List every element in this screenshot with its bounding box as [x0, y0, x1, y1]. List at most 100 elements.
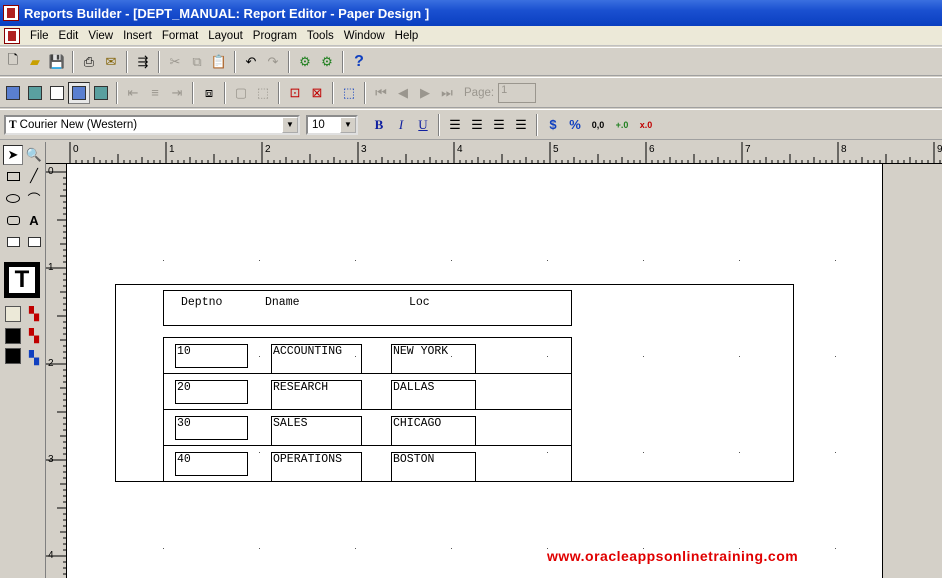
- menu-tools[interactable]: Tools: [303, 30, 340, 42]
- comma-button[interactable]: 0,0: [586, 120, 610, 130]
- add-decimal-button[interactable]: +.0: [610, 120, 634, 130]
- align-center-object-icon[interactable]: ≡: [144, 82, 166, 104]
- align-center-icon[interactable]: ☰: [466, 114, 488, 136]
- help-icon[interactable]: ?: [348, 51, 370, 73]
- group-icon[interactable]: ▢: [230, 82, 252, 104]
- cut-icon[interactable]: ✂: [164, 51, 186, 73]
- last-page-icon[interactable]: ⏭: [436, 82, 458, 104]
- reports-builder-app-icon[interactable]: [3, 5, 19, 21]
- menu-help[interactable]: Help: [391, 30, 425, 42]
- paste-icon[interactable]: 📋: [208, 51, 230, 73]
- compile-icon[interactable]: ⚙: [294, 51, 316, 73]
- fill-color-swatch[interactable]: [5, 306, 21, 322]
- toolbar-separator: [72, 50, 74, 73]
- grid-dot: [259, 260, 260, 261]
- menu-format[interactable]: Format: [158, 30, 204, 42]
- vertical-ruler-ticks: 0 1 2 3 4: [46, 166, 67, 575]
- copy-icon[interactable]: ⧉: [186, 51, 208, 73]
- chevron-down-icon[interactable]: ▼: [282, 116, 298, 133]
- align-right-icon[interactable]: ☰: [488, 114, 510, 136]
- field-tool-icon[interactable]: [3, 232, 23, 252]
- web-source-icon[interactable]: [24, 82, 46, 104]
- page-number-field[interactable]: 1: [498, 82, 537, 103]
- run-report-icon[interactable]: ⇶: [132, 51, 154, 73]
- frame-tool-icon[interactable]: [24, 232, 44, 252]
- view-toolbar: ⇤ ≡ ⇥ ⧈ ▢ ⬚ ⊡ ⊠ ⬚ ⏮ ◀ ▶ ⏭ Page: 1: [0, 77, 942, 108]
- select-tool-icon[interactable]: ➤: [3, 145, 23, 165]
- underline-button[interactable]: U: [412, 117, 434, 133]
- field-loc[interactable]: CHICAGO: [391, 416, 476, 446]
- menu-file[interactable]: File: [26, 30, 55, 42]
- chevron-down-icon[interactable]: ▼: [340, 116, 356, 133]
- ellipse-tool-icon[interactable]: [3, 188, 23, 208]
- field-dname[interactable]: SALES: [271, 416, 362, 446]
- field-dname[interactable]: ACCOUNTING: [271, 344, 362, 374]
- align-left-icon[interactable]: ☰: [444, 114, 466, 136]
- ruler-label: 1: [169, 144, 175, 155]
- fill-color-icon[interactable]: ▚: [24, 304, 44, 324]
- line-color-swatch[interactable]: [5, 328, 21, 344]
- text-tool-icon[interactable]: A: [24, 210, 44, 230]
- line-tool-icon[interactable]: ╱: [24, 166, 44, 186]
- rectangle-tool-icon[interactable]: [3, 166, 23, 186]
- ungroup-icon[interactable]: ⬚: [252, 82, 274, 104]
- rounded-rectangle-tool-icon[interactable]: [3, 210, 23, 230]
- save-icon[interactable]: 💾: [46, 51, 68, 73]
- flex-on-icon[interactable]: ⊡: [284, 82, 306, 104]
- print-icon[interactable]: ⎙: [78, 51, 100, 73]
- italic-button[interactable]: I: [390, 117, 412, 133]
- paper-design-canvas[interactable]: Deptno Dname Loc 10 ACCOUNTING NEW YORK …: [67, 164, 942, 578]
- toolbar-separator: [364, 81, 366, 104]
- parameter-form-icon[interactable]: [90, 82, 112, 104]
- next-page-icon[interactable]: ▶: [414, 82, 436, 104]
- first-page-icon[interactable]: ⏮: [370, 82, 392, 104]
- field-loc[interactable]: NEW YORK: [391, 344, 476, 374]
- arc-tool-icon[interactable]: ⌒: [24, 188, 44, 208]
- paper-layout-icon[interactable]: [46, 82, 68, 104]
- percent-button[interactable]: %: [564, 117, 586, 132]
- header-frame[interactable]: [163, 290, 572, 326]
- magnify-tool-icon[interactable]: 🔍: [24, 145, 44, 165]
- menu-view[interactable]: View: [84, 30, 119, 42]
- font-size-select[interactable]: 10 ▼: [306, 114, 358, 135]
- text-color-icon[interactable]: ▚: [24, 348, 44, 368]
- align-right-object-icon[interactable]: ⇥: [166, 82, 188, 104]
- field-deptno[interactable]: 30: [175, 416, 248, 440]
- redo-icon[interactable]: ↷: [262, 51, 284, 73]
- menu-edit[interactable]: Edit: [55, 30, 85, 42]
- debug-icon[interactable]: ⚙: [316, 51, 338, 73]
- menu-insert[interactable]: Insert: [119, 30, 158, 42]
- field-dname[interactable]: OPERATIONS: [271, 452, 362, 482]
- align-left-object-icon[interactable]: ⇤: [122, 82, 144, 104]
- grid-dot: [835, 452, 836, 453]
- font-name-select[interactable]: T Courier New (Western) ▼: [4, 114, 300, 135]
- undo-icon[interactable]: ↶: [240, 51, 262, 73]
- line-color-icon[interactable]: ▚: [24, 326, 44, 346]
- data-model-icon[interactable]: [2, 82, 24, 104]
- bold-button[interactable]: B: [368, 117, 390, 133]
- confine-on-icon[interactable]: ⊠: [306, 82, 328, 104]
- currency-button[interactable]: $: [542, 117, 564, 132]
- text-color-swatch[interactable]: [5, 348, 21, 364]
- field-dname[interactable]: RESEARCH: [271, 380, 362, 410]
- format-toolbar: T Courier New (Western) ▼ 10 ▼ B I U ☰ ☰…: [0, 109, 942, 140]
- horizontal-ruler: 0 1 2 3 4 5 6 7 8 9: [46, 142, 942, 164]
- mail-icon[interactable]: ✉: [100, 51, 122, 73]
- previous-page-icon[interactable]: ◀: [392, 82, 414, 104]
- menu-program[interactable]: Program: [249, 30, 303, 42]
- document-icon[interactable]: [4, 27, 20, 44]
- remove-decimal-button[interactable]: x.0: [634, 120, 658, 130]
- open-folder-icon[interactable]: ▰: [24, 51, 46, 73]
- justify-icon[interactable]: ☰: [510, 114, 532, 136]
- menu-layout[interactable]: Layout: [204, 30, 249, 42]
- select-all-icon[interactable]: ⬚: [338, 82, 360, 104]
- field-loc[interactable]: DALLAS: [391, 380, 476, 410]
- menu-window[interactable]: Window: [340, 30, 391, 42]
- select-parent-frame-icon[interactable]: ⧈: [198, 82, 220, 104]
- new-file-icon[interactable]: 🗋: [2, 51, 24, 73]
- field-deptno[interactable]: 20: [175, 380, 248, 404]
- paper-design-icon[interactable]: [68, 81, 90, 104]
- field-deptno[interactable]: 10: [175, 344, 248, 368]
- field-loc[interactable]: BOSTON: [391, 452, 476, 482]
- field-deptno[interactable]: 40: [175, 452, 248, 476]
